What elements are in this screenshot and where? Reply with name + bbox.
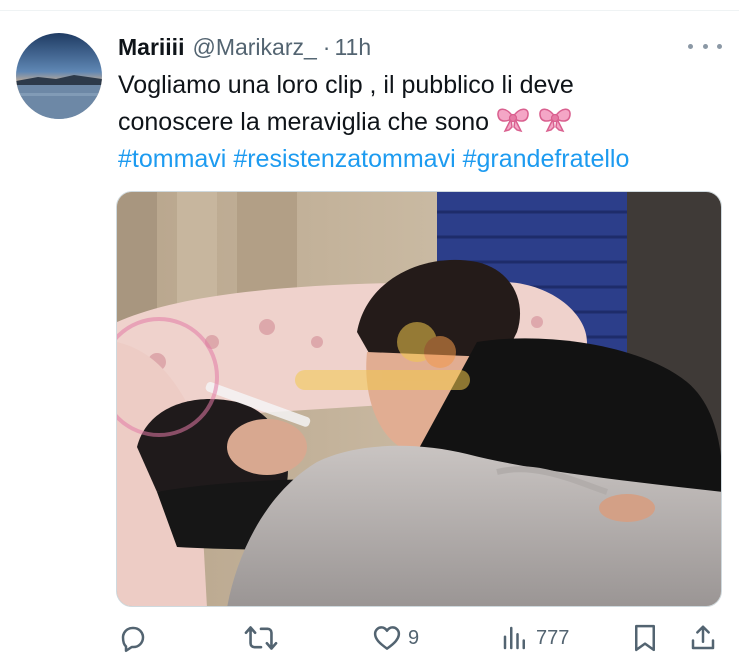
retweet-icon xyxy=(244,623,278,653)
share-icon xyxy=(688,623,718,653)
tweet-header: Mariiii @Marikarz_ · 11h xyxy=(118,30,371,64)
top-divider xyxy=(0,10,739,11)
hashtag-line: #tommavi #resistenzatommavi #grandefrate… xyxy=(118,143,629,175)
header-separator: · xyxy=(322,33,331,60)
tweet-text-line-2: conoscere la meraviglia che sono xyxy=(118,103,728,143)
bookmark-button[interactable] xyxy=(631,618,659,658)
like-button[interactable]: 9 xyxy=(372,618,419,658)
views-button[interactable]: 777 xyxy=(500,618,569,658)
tweet-text-line-1: Vogliamo una loro clip , il pubblico li … xyxy=(118,71,574,99)
reply-icon xyxy=(118,623,148,653)
hashtag-tommavi[interactable]: #tommavi xyxy=(118,145,226,173)
ribbon-icon xyxy=(495,103,531,143)
tweet-timestamp[interactable]: 11h xyxy=(334,34,371,61)
author-handle[interactable]: @Marikarz_ xyxy=(192,34,316,61)
tweet-media-photo[interactable] xyxy=(116,191,722,607)
more-icon[interactable] xyxy=(688,36,722,56)
views-icon xyxy=(500,623,530,653)
tweet-text-line-2-text: conoscere la meraviglia che sono xyxy=(118,108,490,136)
bookmark-icon xyxy=(631,623,659,653)
heart-icon xyxy=(372,623,402,653)
reply-button[interactable] xyxy=(118,618,154,658)
author-name[interactable]: Mariiii xyxy=(118,34,184,61)
like-count: 9 xyxy=(408,626,420,649)
tweet-action-bar: 9 777 xyxy=(0,618,739,658)
ribbon-icon xyxy=(537,103,573,143)
views-count: 777 xyxy=(536,626,570,649)
hashtag-grandefratello[interactable]: #grandefratello xyxy=(463,145,630,173)
retweet-button[interactable] xyxy=(244,618,284,658)
avatar[interactable] xyxy=(16,33,102,119)
tweet-text: Vogliamo una loro clip , il pubblico li … xyxy=(118,68,728,143)
hashtag-resistenzatommavi[interactable]: #resistenzatommavi xyxy=(233,145,455,173)
share-button[interactable] xyxy=(688,618,718,658)
